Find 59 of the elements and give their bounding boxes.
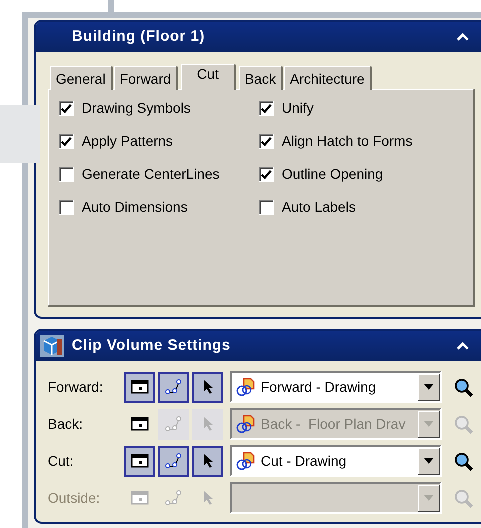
row-label: Back: [48, 414, 84, 434]
tool-button[interactable] [124, 372, 155, 402]
panel-title: Clip Volume Settings [72, 336, 232, 356]
tool-button[interactable] [124, 446, 155, 476]
path-icon [164, 453, 182, 469]
pointer-icon [202, 490, 214, 506]
checkbox[interactable] [59, 101, 74, 116]
pointer-icon [202, 416, 214, 432]
dropdown-value: Back - Floor Plan Drav [261, 414, 407, 434]
dropdown-value: Cut - Drawing [261, 452, 348, 471]
cube-icon [40, 335, 64, 357]
display-icon [130, 417, 148, 431]
checkbox-label: Unify [282, 99, 314, 118]
tool-button[interactable] [158, 446, 189, 476]
view-dropdown[interactable]: Cut - Drawing [230, 445, 442, 477]
path-icon [164, 416, 182, 432]
checkbox[interactable] [259, 134, 274, 149]
pointer-icon [202, 453, 214, 469]
tool-button[interactable] [192, 446, 223, 476]
path-icon [164, 379, 182, 395]
row-label: Forward: [48, 378, 104, 396]
checkbox[interactable] [59, 134, 74, 149]
checkbox[interactable] [59, 167, 74, 182]
checkbox-label: Apply Patterns [82, 132, 174, 151]
checkbox-label: Outline Opening [282, 165, 384, 184]
collapse-icon[interactable] [457, 33, 469, 41]
dropdown-value: Forward - Drawing [261, 378, 378, 397]
checkbox-label: Generate CenterLines [82, 165, 220, 184]
checkbox-label: Drawing Symbols [82, 99, 191, 118]
path-icon [164, 490, 182, 506]
checkbox-label: Align Hatch to Forms [282, 132, 413, 151]
panel-title: Building (Floor 1) [72, 26, 206, 47]
tab[interactable]: Architecture [284, 66, 372, 90]
tool-button[interactable] [158, 372, 189, 402]
tab[interactable]: Forward [114, 66, 178, 90]
collapse-icon[interactable] [457, 342, 469, 350]
checkbox[interactable] [259, 200, 274, 215]
tab[interactable]: Back [238, 66, 284, 90]
tool-button[interactable] [192, 372, 223, 402]
row-label: Outside: [48, 488, 102, 508]
checkbox-label: Auto Labels [282, 198, 356, 217]
tab[interactable]: Cut [181, 64, 236, 90]
checkbox-label: Auto Dimensions [82, 198, 188, 217]
side-panel [0, 105, 40, 163]
display-icon [130, 454, 148, 468]
view-dropdown[interactable]: Forward - Drawing [230, 371, 442, 403]
boxes-icon [235, 451, 257, 471]
row-label: Cut: [48, 452, 75, 470]
display-icon [130, 380, 148, 394]
checkbox[interactable] [259, 167, 274, 182]
pointer-icon [202, 379, 214, 395]
checkbox[interactable] [259, 101, 274, 116]
search-icon[interactable] [454, 378, 474, 398]
tab[interactable]: General [50, 66, 113, 90]
display-icon [130, 491, 148, 505]
search-icon[interactable] [454, 452, 474, 472]
boxes-icon [235, 377, 257, 397]
boxes-icon [235, 414, 257, 434]
checkbox[interactable] [59, 200, 74, 215]
